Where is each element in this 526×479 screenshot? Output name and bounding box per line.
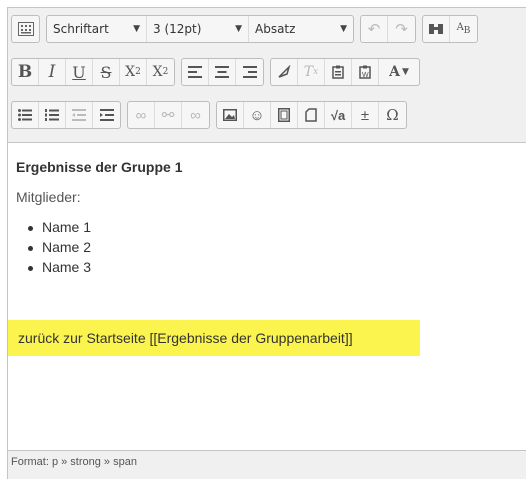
subscript-icon[interactable]: X2 [120,59,147,85]
element-path: Format: p » strong » span [11,456,137,468]
page-heading: Ergebnisse der Gruppe 1 [16,159,183,175]
bullet-icon [28,265,33,271]
unlink-icon[interactable]: ⚯ [155,102,182,128]
members-label: Mitglieder: [16,189,81,205]
bullet-icon [28,245,33,251]
emoticon-icon[interactable]: ☺ [244,102,271,128]
font-family-select[interactable]: Schriftart ▼ [47,16,147,42]
numbered-list-icon[interactable] [39,102,66,128]
list-item-text: Name 3 [42,259,92,275]
html-editor: Schriftart ▼ 3 (12pt) ▼ Absatz ▼ ↶ ↷ AB … [7,7,526,479]
font-color-icon[interactable]: A ▼ [379,59,419,85]
font-dropdowns-group: Schriftart ▼ 3 (12pt) ▼ Absatz ▼ [46,15,354,43]
svg-text:W: W [362,72,369,79]
bulleted-list-icon[interactable] [12,102,39,128]
insert-group: ☺ √a ± Ω [216,101,407,129]
toolbar-row-2: B I U S X2 X2 T x W A ▼ [11,57,426,87]
link-group: ∞ ⚯ ∞ [127,101,210,129]
find-replace-icon[interactable]: AB [450,16,477,42]
special-char-icon[interactable]: Ω [379,102,406,128]
align-right-icon[interactable] [236,59,263,85]
clear-formatting-icon[interactable] [271,59,298,85]
indent-icon[interactable] [93,102,120,128]
list-group [11,101,121,129]
list-item-text: Name 2 [42,239,92,255]
redo-icon[interactable]: ↷ [388,16,415,42]
list-item-text: Name 1 [42,219,92,235]
paste-word-icon[interactable]: W [352,59,379,85]
anchor-icon[interactable]: ∞ [182,102,209,128]
superscript-icon[interactable]: X2 [147,59,174,85]
bullet-icon [28,225,33,231]
list-item: Name 3 [16,257,91,277]
toolbar-row-3: ∞ ⚯ ∞ ☺ √a ± Ω [11,100,413,130]
font-family-label: Schriftart [53,22,109,36]
paste-text-icon[interactable] [325,59,352,85]
bold-icon[interactable]: B [12,59,39,85]
manage-files-icon[interactable] [298,102,325,128]
chevron-down-icon: ▼ [133,24,140,34]
insert-char-icon[interactable]: ± [352,102,379,128]
toolbar-toggle-group [11,15,40,43]
text-style-group: B I U S X2 X2 [11,58,175,86]
chevron-down-icon: ▼ [235,24,242,34]
chevron-down-icon: ▼ [340,24,347,34]
media-icon[interactable] [271,102,298,128]
outdent-icon[interactable] [66,102,93,128]
undo-redo-group: ↶ ↷ [360,15,416,43]
editor-content-area[interactable]: Ergebnisse der Gruppe 1 Mitglieder: Name… [8,143,526,448]
strikethrough-icon[interactable]: S [93,59,120,85]
remove-format-icon[interactable]: Tx [298,59,325,85]
search-group: AB [422,15,478,43]
alignment-group [181,58,264,86]
italic-icon[interactable]: I [39,59,66,85]
font-size-select[interactable]: 3 (12pt) ▼ [147,16,249,42]
paragraph-format-label: Absatz [255,22,296,36]
image-icon[interactable] [217,102,244,128]
link-icon[interactable]: ∞ [128,102,155,128]
align-left-icon[interactable] [182,59,209,85]
undo-icon[interactable]: ↶ [361,16,388,42]
list-item: Name 1 [16,217,91,237]
font-size-label: 3 (12pt) [153,22,202,36]
align-center-icon[interactable] [209,59,236,85]
toolbar-row-1: Schriftart ▼ 3 (12pt) ▼ Absatz ▼ ↶ ↷ AB [11,14,484,44]
names-list: Name 1 Name 2 Name 3 [16,217,91,277]
toolbar-toggle-icon[interactable] [12,16,39,42]
paragraph-format-select[interactable]: Absatz ▼ [249,16,353,42]
status-bar: Format: p » strong » span [8,450,526,479]
underline-icon[interactable]: U [66,59,93,85]
find-icon[interactable] [423,16,450,42]
equation-icon[interactable]: √a [325,102,352,128]
highlighted-back-link[interactable]: zurück zur Startseite [[Ergebnisse der G… [8,320,420,356]
formatting-group: Tx W A ▼ [270,58,420,86]
list-item: Name 2 [16,237,91,257]
editor-toolbar: Schriftart ▼ 3 (12pt) ▼ Absatz ▼ ↶ ↷ AB … [8,8,526,143]
